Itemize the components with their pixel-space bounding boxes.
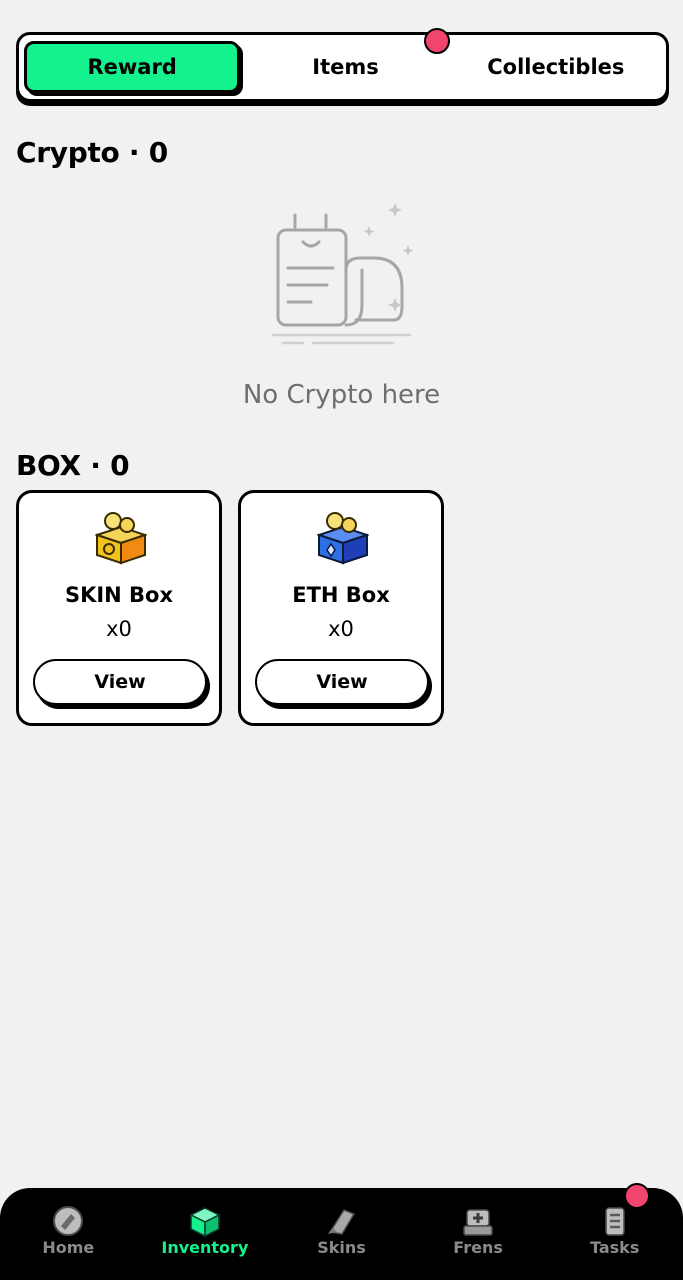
box-name: SKIN Box: [64, 583, 174, 607]
tab-items[interactable]: Items: [240, 41, 450, 93]
nav-item-inventory[interactable]: Inventory: [137, 1188, 274, 1280]
nav-item-skins[interactable]: Skins: [273, 1188, 410, 1280]
crypto-section-title: Crypto · 0: [16, 136, 168, 169]
skin-box-icon: [95, 512, 147, 565]
view-button[interactable]: View: [255, 659, 429, 705]
nav-label: Home: [42, 1238, 95, 1257]
home-icon: [53, 1206, 84, 1236]
nav-label: Frens: [453, 1238, 503, 1257]
nav-label: Tasks: [590, 1238, 640, 1257]
bottom-nav: Home Inventory Skins Frens Tasks: [0, 1188, 683, 1280]
nav-label: Skins: [317, 1238, 366, 1257]
box-section-title: BOX · 0: [16, 449, 130, 482]
empty-state-text: No Crypto here: [242, 380, 441, 410]
tab-bar: Reward Items Collectibles: [16, 32, 669, 102]
tasks-icon: [604, 1207, 625, 1236]
notification-dot: [424, 28, 450, 54]
view-button[interactable]: View: [33, 659, 207, 705]
nav-label: Inventory: [161, 1238, 249, 1257]
skin-box-card: SKIN Box x0 View: [16, 490, 222, 726]
box-count: x0: [328, 617, 354, 641]
tab-collectibles[interactable]: Collectibles: [451, 41, 661, 93]
inventory-screen: Reward Items Collectibles Crypto · 0 No …: [0, 0, 683, 1280]
frens-icon: [463, 1209, 493, 1236]
nav-item-home[interactable]: Home: [0, 1188, 137, 1280]
skins-icon: [328, 1209, 356, 1235]
tab-reward[interactable]: Reward: [24, 41, 241, 93]
box-name: ETH Box: [292, 583, 390, 607]
nav-item-tasks[interactable]: Tasks: [546, 1188, 683, 1280]
nav-item-frens[interactable]: Frens: [410, 1188, 547, 1280]
empty-receipt-icon: [271, 203, 414, 345]
box-count: x0: [106, 617, 132, 641]
eth-box-card: ETH Box x0 View: [238, 490, 444, 726]
notification-dot: [624, 1183, 650, 1209]
eth-box-icon: [317, 512, 369, 565]
inventory-icon: [189, 1207, 221, 1238]
